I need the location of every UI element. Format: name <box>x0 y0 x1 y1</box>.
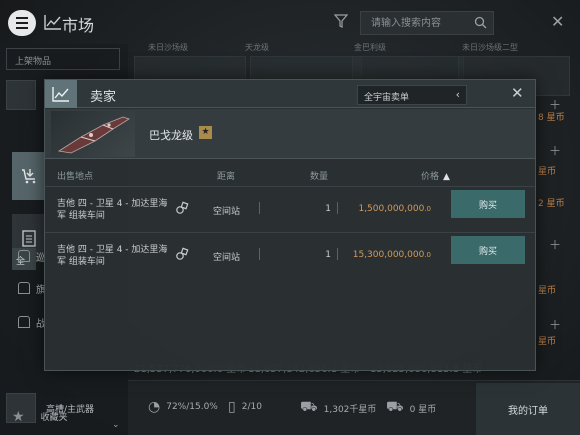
tag-icon <box>18 316 30 328</box>
item-thumbnail[interactable] <box>6 80 36 110</box>
cart-icon: ⛟ <box>300 399 318 415</box>
column-location[interactable]: 出售地点 <box>57 169 93 182</box>
tab-sell[interactable] <box>12 152 45 200</box>
dialog-title: 卖家 <box>90 90 117 105</box>
chevron-left-icon: ‹ <box>455 88 460 101</box>
order-range: 空间站 <box>213 207 241 217</box>
filter-icon[interactable] <box>334 14 348 28</box>
buy-button[interactable]: 购买 <box>451 190 525 218</box>
separator <box>337 202 338 214</box>
tag-icon <box>18 282 30 294</box>
region-select[interactable]: 全宇宙卖单 ‹ <box>357 85 467 105</box>
order-location: 吉他 四 - 卫星 4 - 加达里海军 组装车间 <box>57 245 168 267</box>
add-icon[interactable]: ＋ <box>549 316 561 333</box>
station-icon[interactable] <box>175 201 189 215</box>
search-icon[interactable] <box>474 16 487 29</box>
market-chart-icon <box>45 80 77 108</box>
balance-stat: ⛟ 0 星币 <box>386 399 437 415</box>
buy-button[interactable]: 购买 <box>451 236 525 264</box>
market-chart-icon <box>44 15 61 30</box>
order-location: 吉他 四 - 卫星 4 - 加达里海军 组装车间 <box>57 199 168 221</box>
favorites[interactable]: ★ 收藏夹 <box>0 398 128 435</box>
wallet-icon: ⛟ <box>386 399 404 415</box>
price-tag: 星币 <box>538 337 557 347</box>
close-icon[interactable]: ✕ <box>511 84 524 102</box>
volume-stat: ⛟ 1,302千星币 <box>300 399 377 415</box>
price-tag: 星币 <box>538 167 557 177</box>
menu-icon[interactable] <box>8 10 36 36</box>
clipboard-icon: ▯ <box>228 399 236 415</box>
star-icon: ★ <box>12 408 25 425</box>
order-quantity: 1 <box>325 204 331 214</box>
dialog-header: 卖家 全宇宙卖单 ‹ ✕ <box>45 80 535 108</box>
orders-stat: ▯ 2/10 <box>228 399 262 415</box>
separator <box>259 202 260 214</box>
order-row: 吉他 四 - 卫星 4 - 加达里海军 组装车间 空间站 1 1,500,000… <box>45 186 535 232</box>
seller-dialog: 卖家 全宇宙卖单 ‹ ✕ 巴戈龙级 ★ 出售地点 距离 数量 价格 ▲ 吉他 四 … <box>44 79 536 371</box>
order-row: 吉他 四 - 卫星 4 - 加达里海军 组装车间 空间站 1 15,300,00… <box>45 232 535 278</box>
order-quantity: 1 <box>325 250 331 260</box>
column-quantity[interactable]: 数量 <box>310 169 328 182</box>
order-range: 空间站 <box>213 253 241 263</box>
tax-stat: ◔ 72%/15.0% <box>148 399 218 415</box>
separator <box>337 248 338 260</box>
ship-name: 巴戈龙级 <box>149 129 193 142</box>
my-orders-button[interactable]: 我的订单 <box>476 383 580 435</box>
star-icon: ★ <box>199 126 212 139</box>
station-icon[interactable] <box>175 247 189 261</box>
add-icon[interactable]: ＋ <box>549 142 561 159</box>
separator <box>259 248 260 260</box>
order-price: 1,500,000,000.0 <box>358 204 431 214</box>
top-bar: 市场 ✕ <box>0 0 580 44</box>
sort-up-icon: ▲ <box>443 172 450 182</box>
bottom-bar: ◔ 72%/15.0% ▯ 2/10 ⛟ 1,302千星币 ⛟ 0 星币 我的订… <box>128 380 580 435</box>
price-tag: 8 星币 <box>538 113 565 123</box>
column-price[interactable]: 价格 ▲ <box>421 169 450 182</box>
page-title: 市场 <box>62 16 95 35</box>
price-tag: 2 星币 <box>538 199 565 209</box>
column-range[interactable]: 距离 <box>217 169 235 182</box>
tag-icon <box>18 250 30 262</box>
percent-icon: ◔ <box>148 399 161 415</box>
listing-dropdown[interactable]: 上架物品 <box>6 48 120 70</box>
ship-image <box>51 111 135 157</box>
close-icon[interactable]: ✕ <box>551 14 564 30</box>
order-price: 15,300,000,000.0 <box>352 250 431 260</box>
cart-download-icon <box>21 169 35 184</box>
ship-header: 巴戈龙级 ★ <box>45 109 535 159</box>
add-icon[interactable]: ＋ <box>549 236 561 253</box>
price-tag: 星币 <box>538 286 557 296</box>
